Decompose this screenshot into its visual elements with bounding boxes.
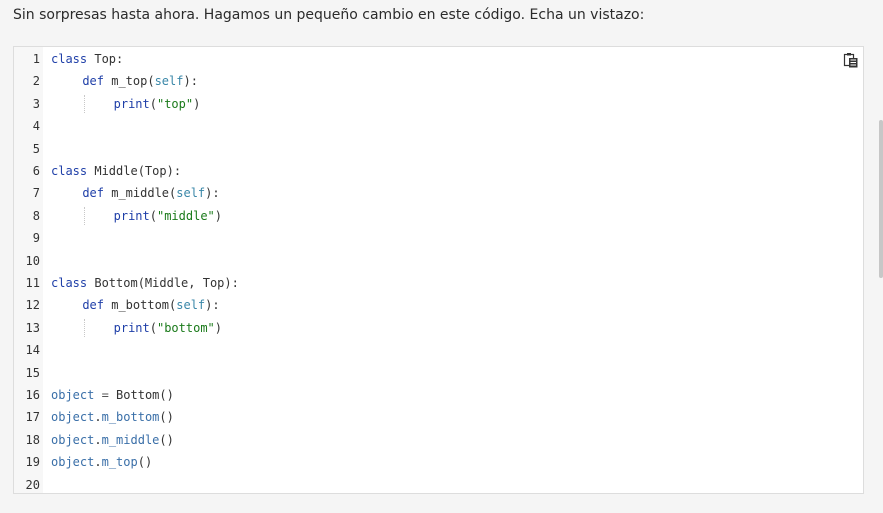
code-token-plain: .	[94, 432, 102, 447]
code-token-plain: ()	[159, 432, 174, 447]
code-token-plain: )	[214, 320, 223, 335]
code-line: print("middle")	[114, 205, 222, 227]
code-token-var: m_bottom	[101, 410, 160, 425]
line-number: 4	[32, 119, 40, 134]
indent-guide	[84, 94, 86, 113]
line-number: 2	[32, 74, 40, 89]
code-token-plain: ):	[183, 74, 198, 89]
copy-code-button[interactable]	[843, 52, 859, 68]
code-token-plain: m_middle(	[104, 186, 177, 201]
line-number: 5	[32, 141, 40, 156]
line-number: 1	[32, 52, 40, 66]
code-token-str: "bottom"	[156, 320, 215, 335]
code-token-var: object	[51, 388, 95, 402]
code-token-var: object	[51, 410, 95, 425]
line-number: 11	[25, 276, 40, 290]
code-token-kw: def	[82, 186, 104, 201]
code-token-self: self	[176, 298, 206, 313]
code-token-plain: (	[149, 96, 157, 111]
code-token-plain: m_bottom(	[104, 298, 177, 313]
code-token-kw: class	[51, 276, 88, 290]
code-line: class Middle(Top):	[51, 160, 181, 182]
code-token-var: object	[51, 455, 95, 470]
code-token-plain: ()	[137, 455, 153, 470]
line-number: 8	[32, 208, 40, 223]
code-token-plain: .	[94, 455, 102, 470]
code-line: class Top:	[51, 48, 123, 70]
code-line: print("bottom")	[114, 317, 222, 339]
code-token-kw: class	[51, 52, 88, 66]
code-token-builtin: print	[113, 208, 150, 223]
line-number: 19	[25, 455, 40, 470]
code-token-plain: Middle(Top):	[87, 164, 182, 178]
line-number: 20	[25, 477, 40, 492]
code-token-plain: Bottom(Middle, Top):	[87, 276, 239, 290]
code-token-var: m_middle	[101, 432, 160, 447]
line-number: 18	[25, 432, 40, 447]
line-number: 10	[25, 253, 40, 268]
code-editor[interactable]: 1 2 3 4 5 6 7 8 9 10 11 12 13 14 15 16 17 18 19 20 class To…	[13, 46, 864, 494]
code-token-plain: .	[94, 410, 102, 425]
line-number: 12	[25, 298, 40, 313]
code-token-plain: )	[193, 96, 201, 111]
code-token-plain: (	[149, 320, 157, 335]
line-number: 3	[32, 96, 40, 111]
code-token-plain: ):	[205, 186, 220, 201]
code-line: def m_top(self):	[82, 70, 198, 92]
indent-guide	[84, 318, 86, 337]
code-line: print("top")	[114, 93, 201, 115]
code-token-str: "top"	[156, 96, 194, 111]
code-line: object.m_bottom()	[51, 406, 174, 428]
code-token-builtin: print	[113, 96, 150, 111]
code-line: def m_bottom(self):	[82, 294, 219, 316]
code-token-op: =	[94, 388, 117, 402]
line-number: 17	[25, 410, 40, 425]
code-token-self: self	[176, 186, 206, 201]
line-number: 9	[32, 231, 40, 246]
line-number: 16	[25, 388, 40, 402]
intro-paragraph: Sin sorpresas hasta ahora. Hagamos un pe…	[13, 7, 645, 23]
code-token-plain: m_top(	[104, 74, 155, 89]
code-token-plain: Top:	[87, 52, 124, 66]
code-token-str: "middle"	[156, 208, 215, 223]
code-token-kw: class	[51, 164, 88, 178]
line-number: 13	[25, 320, 40, 335]
code-token-plain: ()	[159, 410, 174, 425]
line-number: 6	[32, 164, 40, 178]
code-token-kw: def	[82, 74, 104, 89]
line-number: 15	[25, 365, 40, 380]
code-line: class Bottom(Middle, Top):	[51, 272, 239, 294]
line-number: 14	[25, 343, 40, 358]
code-token-plain: (	[149, 208, 157, 223]
copy-icon	[843, 53, 858, 68]
code-token-plain: ):	[205, 298, 220, 313]
code-token-self: self	[154, 74, 184, 89]
line-number-gutter: 1 2 3 4 5 6 7 8 9 10 11 12 13 14 15 16 17 18 19 20	[14, 47, 43, 493]
code-token-kw: def	[82, 298, 104, 313]
page-scrollbar[interactable]	[879, 120, 883, 278]
indent-guide	[84, 206, 86, 225]
line-number: 7	[32, 186, 40, 201]
code-token-plain: Bottom()	[116, 388, 174, 402]
code-token-builtin: print	[113, 320, 150, 335]
code-line: object = Bottom()	[51, 384, 174, 406]
code-line: def m_middle(self):	[82, 182, 219, 204]
code-token-var: object	[51, 432, 95, 447]
code-token-plain: )	[214, 208, 223, 223]
code-line: object.m_top()	[51, 451, 152, 473]
code-line: object.m_middle()	[51, 429, 174, 451]
code-token-var: m_top	[101, 455, 138, 470]
